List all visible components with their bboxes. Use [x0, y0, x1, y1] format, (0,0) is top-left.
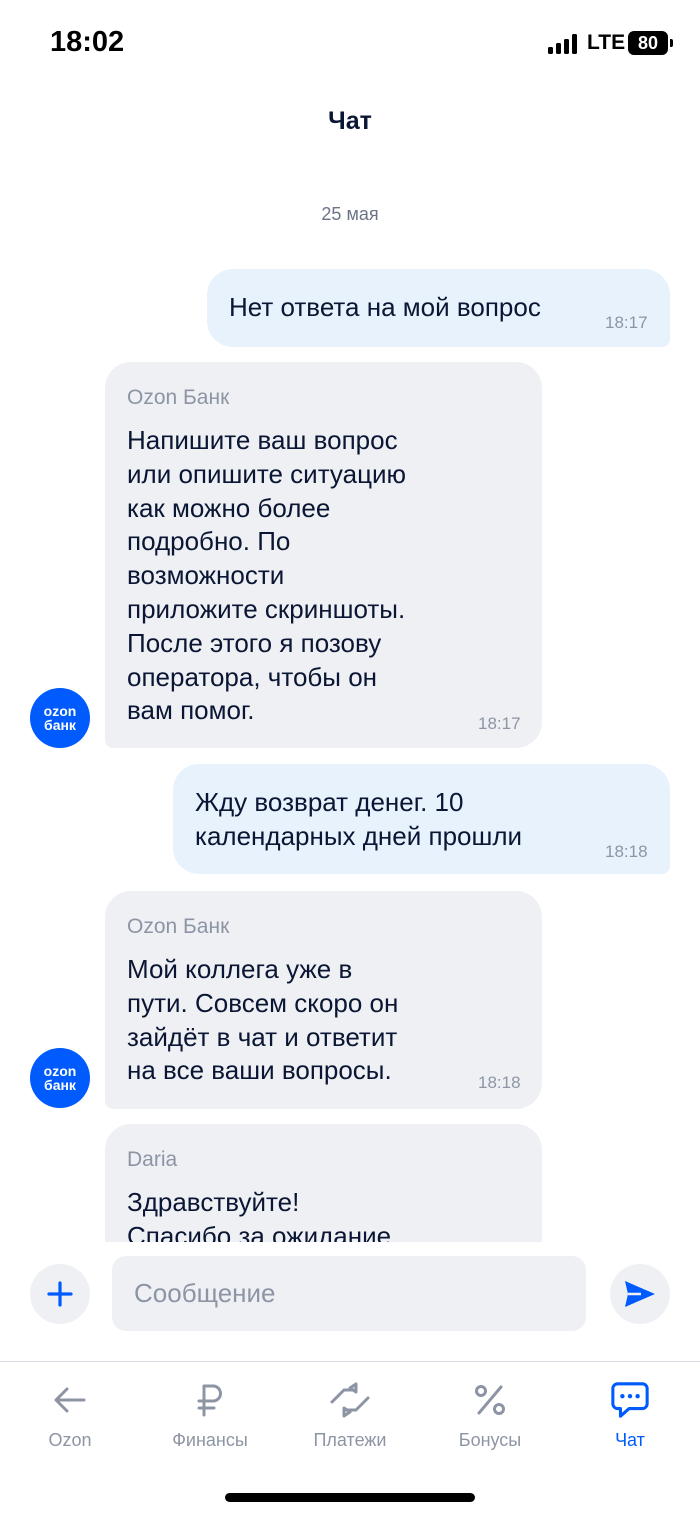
send-button[interactable] — [610, 1264, 670, 1324]
message-time: 18:17 — [478, 714, 521, 733]
status-bar: 18:02 LTE 80 — [0, 0, 700, 90]
percent-icon — [470, 1380, 510, 1420]
tab-chat[interactable]: Чат — [560, 1362, 700, 1462]
transfer-arrows-icon — [330, 1380, 370, 1420]
signal-icon — [548, 34, 578, 54]
plus-icon — [47, 1281, 73, 1307]
tab-finance[interactable]: Финансы — [140, 1362, 280, 1462]
ozon-bank-avatar: ozon банк — [30, 1048, 90, 1108]
ruble-icon — [190, 1380, 230, 1420]
chat-history[interactable]: 25 мая Нет ответа на мой вопрос 18:17 Oz… — [0, 180, 700, 1242]
incoming-message[interactable]: Ozon Банк Напишите ваш вопрос или опишит… — [105, 362, 542, 748]
message-input[interactable] — [112, 1256, 586, 1331]
tab-label: Финансы — [172, 1430, 248, 1450]
add-attachment-button[interactable] — [30, 1264, 90, 1324]
message-sender: Ozon Банк — [127, 386, 230, 409]
incoming-message[interactable]: Ozon Банк Мой коллега уже в пути. Совсем… — [105, 891, 542, 1109]
network-type: LTE — [587, 31, 626, 54]
tab-bonuses[interactable]: Бонусы — [420, 1362, 560, 1462]
incoming-message[interactable]: Daria Здравствуйте! Спасибо за ожидание. — [105, 1124, 542, 1242]
status-time: 18:02 — [50, 26, 125, 58]
home-indicator — [225, 1493, 475, 1502]
message-text: Нет ответа на мой вопрос — [229, 292, 541, 322]
message-time: 18:18 — [605, 842, 648, 861]
tab-label: Ozon — [48, 1430, 92, 1450]
send-icon — [625, 1281, 655, 1307]
tab-label: Чат — [615, 1430, 645, 1450]
message-sender: Daria — [127, 1148, 178, 1171]
battery-tip — [670, 39, 673, 47]
outgoing-message[interactable]: Нет ответа на мой вопрос 18:17 — [207, 269, 670, 347]
outgoing-message[interactable]: Жду возврат денег. 10 календарных дней п… — [173, 764, 670, 874]
message-text: Здравствуйте! Спасибо за ожидание. — [127, 1187, 399, 1242]
battery-icon: 80 — [628, 31, 668, 55]
message-text: Жду возврат денег. 10 календарных дней п… — [195, 787, 523, 851]
message-sender: Ozon Банк — [127, 915, 230, 938]
tab-label: Платежи — [313, 1430, 387, 1450]
message-composer — [0, 1256, 700, 1332]
tab-ozon[interactable]: Ozon — [0, 1362, 140, 1462]
page-title: Чат — [328, 107, 372, 135]
message-time: 18:18 — [478, 1073, 521, 1092]
message-time: 18:17 — [605, 313, 648, 332]
date-separator: 25 мая — [321, 204, 379, 224]
message-text: Мой коллега уже в пути. Совсем скоро он … — [127, 954, 399, 1086]
tab-label: Бонусы — [458, 1430, 522, 1450]
arrow-left-icon — [50, 1380, 90, 1420]
chat-bubble-icon — [610, 1380, 650, 1420]
message-text: Напишите ваш вопрос или опишите ситуацию… — [127, 425, 406, 726]
ozon-bank-avatar: ozon банк — [30, 688, 90, 748]
tab-payments[interactable]: Платежи — [280, 1362, 420, 1462]
